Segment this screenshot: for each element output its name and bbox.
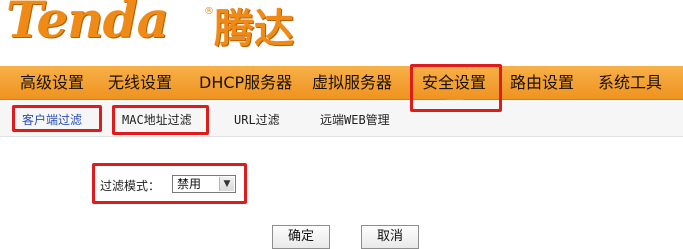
nav-wireless-settings[interactable]: 无线设置 <box>108 66 172 99</box>
subnav-remote-web-management[interactable]: 远端WEB管理 <box>320 111 390 128</box>
nav-dhcp-server[interactable]: DHCP服务器 <box>199 66 292 99</box>
header-logo-area: Tenda ® 腾达 <box>0 0 683 64</box>
cancel-button[interactable]: 取消 <box>361 225 419 249</box>
highlight-box-client-filter <box>12 105 102 132</box>
registered-mark: ® <box>204 6 214 17</box>
tenda-logo-chinese: 腾达 <box>214 6 294 52</box>
ok-button[interactable]: 确定 <box>272 225 330 249</box>
subnav-url-filter[interactable]: URL过滤 <box>234 111 280 128</box>
tenda-logo: Tenda <box>6 0 169 49</box>
highlight-box-security-settings <box>410 64 502 112</box>
nav-advanced-settings[interactable]: 高级设置 <box>20 66 84 99</box>
main-nav: 高级设置 无线设置 DHCP服务器 虚拟服务器 安全设置 路由设置 系统工具 <box>0 66 683 100</box>
nav-routing-settings[interactable]: 路由设置 <box>510 66 574 99</box>
highlight-box-filter-mode <box>92 163 247 204</box>
sub-nav: 客户端过滤 MAC地址过滤 URL过滤 远端WEB管理 <box>0 100 683 137</box>
nav-virtual-server[interactable]: 虚拟服务器 <box>312 66 392 99</box>
highlight-box-mac-filter <box>112 105 209 135</box>
nav-system-tools[interactable]: 系统工具 <box>598 66 662 99</box>
